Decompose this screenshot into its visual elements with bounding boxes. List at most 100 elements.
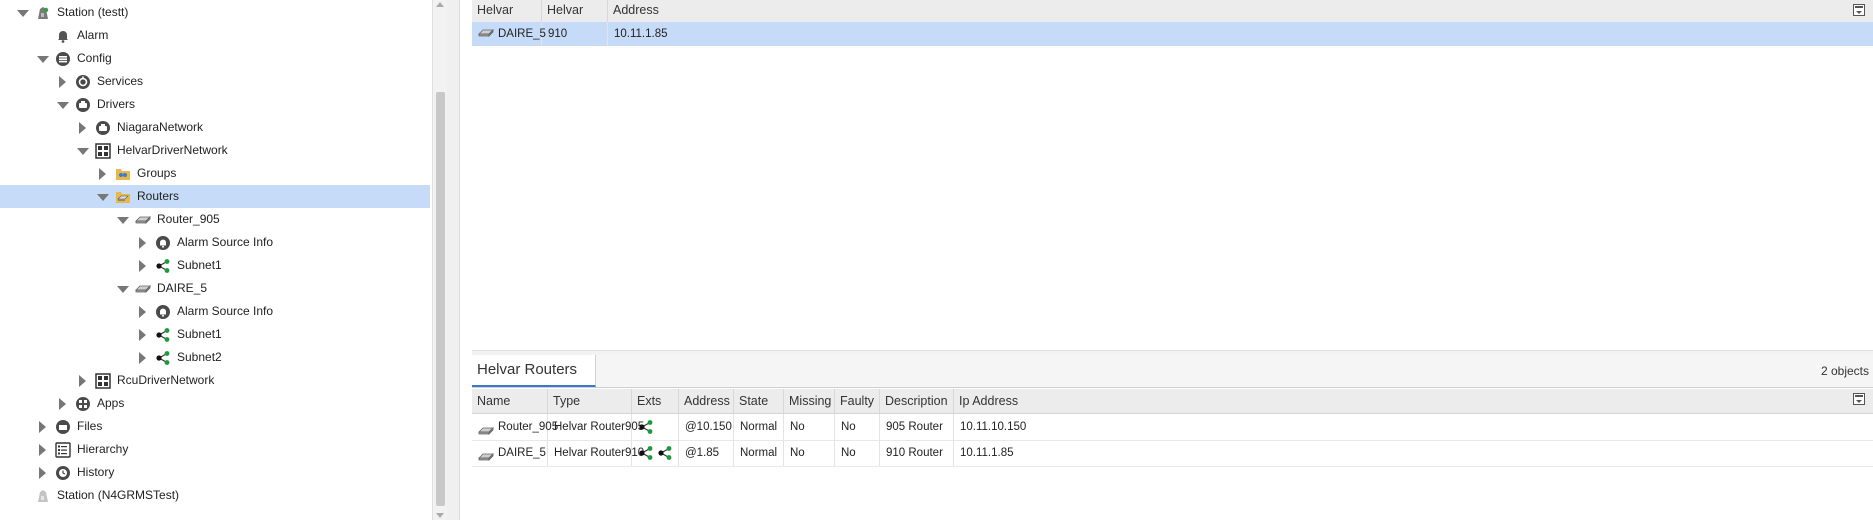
tree-item[interactable]: DAIRE_5 xyxy=(0,277,430,300)
tree-item-label: Alarm xyxy=(77,28,109,42)
expand-arrow-down-icon[interactable] xyxy=(115,277,129,300)
expand-arrow-right-icon[interactable] xyxy=(135,231,149,254)
tree-item[interactable]: Apps xyxy=(0,392,430,415)
expand-arrow-right-icon[interactable] xyxy=(55,70,69,93)
pane-splitter[interactable] xyxy=(447,0,460,520)
tree-item[interactable]: Alarm xyxy=(0,24,430,47)
alarm-source-icon xyxy=(155,235,171,251)
expand-arrow-right-icon[interactable] xyxy=(75,369,89,392)
tree-item[interactable]: Config xyxy=(0,47,430,70)
row-ip: 10.11.10.150 xyxy=(960,421,1027,433)
tree-item[interactable]: Subnet2 xyxy=(0,346,430,369)
expand-arrow-down-icon[interactable] xyxy=(115,208,129,231)
subnet-icon[interactable] xyxy=(638,445,654,461)
table-row[interactable]: DAIRE_5 Helvar Router910 @1.85 Normal No No 91… xyxy=(472,440,1873,467)
expand-arrow-right-icon[interactable] xyxy=(95,162,109,185)
table-row[interactable]: DAIRE_5 910 10.11.1.85 xyxy=(472,22,1873,46)
expand-arrow-right-icon[interactable] xyxy=(135,346,149,369)
expand-arrow-right-icon[interactable] xyxy=(35,415,49,438)
row-faulty: No xyxy=(835,440,880,466)
tree-item[interactable]: Routers xyxy=(0,185,430,208)
expand-arrow-right-icon[interactable] xyxy=(135,300,149,323)
nav-scrollbar-thumb[interactable] xyxy=(436,92,445,506)
hierarchy-icon xyxy=(55,442,71,458)
tree-item-label: HelvarDriverNetwork xyxy=(117,143,228,157)
column-header-helvar-name[interactable]: Helvar Name xyxy=(472,0,542,37)
row-name-cell: DAIRE_5 xyxy=(472,440,548,466)
tree-item[interactable]: Files xyxy=(0,415,430,438)
expand-arrow-down-icon[interactable] xyxy=(95,185,109,208)
row-name: DAIRE_5 xyxy=(498,447,546,459)
nav-scrollbar[interactable] xyxy=(432,0,447,520)
expand-arrow-down-icon[interactable] xyxy=(55,93,69,116)
expand-arrow-down-icon[interactable] xyxy=(35,47,49,70)
tree-item[interactable]: Alarm Source Info xyxy=(0,231,430,254)
subnet-icon[interactable] xyxy=(657,445,673,461)
tree-item-label: RcuDriverNetwork xyxy=(117,373,215,387)
column-header-ip-address[interactable]: Ip Address xyxy=(954,389,1854,413)
tree-item[interactable]: Router_905 xyxy=(0,208,430,231)
tree-item[interactable]: Services xyxy=(0,70,430,93)
tree-item[interactable]: HelvarDriverNetwork xyxy=(0,139,430,162)
column-header-faulty[interactable]: Faulty xyxy=(835,389,880,413)
column-header-address[interactable]: Address xyxy=(608,0,1872,22)
column-header-type[interactable]: Type xyxy=(548,389,632,413)
history-icon xyxy=(55,465,71,481)
column-header-helvar-type[interactable]: Helvar Type xyxy=(542,0,608,37)
router-icon xyxy=(135,212,151,228)
tree-item-label: Subnet2 xyxy=(177,350,222,364)
tree-item[interactable]: Drivers xyxy=(0,93,430,116)
column-header-name[interactable]: Name xyxy=(472,389,548,413)
row-type: Helvar Router905 xyxy=(548,414,644,440)
tree-item[interactable]: RcuDriverNetwork xyxy=(0,369,430,392)
expand-arrow-down-icon[interactable] xyxy=(75,139,89,162)
top-table-header: Helvar Name Helvar Type Address xyxy=(472,0,1873,37)
drivers-icon xyxy=(75,97,91,113)
row-type: 910 xyxy=(542,22,608,46)
subnet-icon xyxy=(155,327,171,343)
tree-item[interactable]: NiagaraNetwork xyxy=(0,116,430,139)
nav-tree: Station (testt) Alarm Config Services Driver… xyxy=(0,0,432,520)
tab-helvar-routers[interactable]: Helvar Routers xyxy=(472,355,596,387)
tree-item-label: History xyxy=(77,465,115,479)
tree-item[interactable]: Groups xyxy=(0,162,430,185)
row-type: Helvar Router910 xyxy=(548,440,644,466)
row-missing: No xyxy=(784,440,835,466)
column-chooser-icon[interactable] xyxy=(1853,393,1865,405)
expand-arrow-right-icon[interactable] xyxy=(35,461,49,484)
expand-arrow-right-icon[interactable] xyxy=(135,254,149,277)
subnet-icon xyxy=(155,258,171,274)
content-pane: Helvar Name Helvar Type Address DAIRE_5 … xyxy=(460,0,1873,520)
column-chooser-icon[interactable] xyxy=(1853,4,1865,16)
column-header-exts[interactable]: Exts xyxy=(632,389,679,413)
scroll-down-arrow-icon[interactable] xyxy=(436,513,444,518)
tree-item[interactable]: Alarm Source Info xyxy=(0,300,430,323)
row-address: @1.85 xyxy=(679,440,734,466)
column-header-missing[interactable]: Missing xyxy=(784,389,835,413)
alarm-source-icon xyxy=(155,304,171,320)
column-header-state[interactable]: State xyxy=(734,389,784,413)
bell-icon xyxy=(55,28,71,44)
tree-item[interactable]: Station (testt) xyxy=(0,1,430,24)
bottom-tabbar: Helvar Routers 2 objects xyxy=(472,355,1873,388)
tree-item[interactable]: Subnet1 xyxy=(0,254,430,277)
tree-item-label: Station (N4GRMSTest) xyxy=(57,488,180,502)
tree-item[interactable]: Subnet1 xyxy=(0,323,430,346)
config-icon xyxy=(55,51,71,67)
tree-item[interactable]: Station (N4GRMSTest) xyxy=(0,484,430,507)
expand-arrow-right-icon[interactable] xyxy=(35,438,49,461)
tree-item-label: Groups xyxy=(137,166,177,180)
expand-arrow-down-icon[interactable] xyxy=(15,1,29,24)
expand-arrow-right-icon[interactable] xyxy=(55,392,69,415)
tree-item[interactable]: History xyxy=(0,461,430,484)
column-header-address[interactable]: Address xyxy=(679,389,734,413)
tree-item[interactable]: Hierarchy xyxy=(0,438,430,461)
table-row[interactable]: Router_905 Helvar Router905 @10.150 Normal N… xyxy=(472,414,1873,441)
scroll-up-arrow-icon[interactable] xyxy=(436,2,444,7)
column-header-description[interactable]: Description xyxy=(880,389,954,413)
subnet-icon[interactable] xyxy=(638,419,654,435)
tree-item-label: Config xyxy=(77,51,112,65)
expand-arrow-right-icon[interactable] xyxy=(135,323,149,346)
expand-arrow-right-icon[interactable] xyxy=(75,116,89,139)
station-disconnected-icon xyxy=(35,488,51,504)
